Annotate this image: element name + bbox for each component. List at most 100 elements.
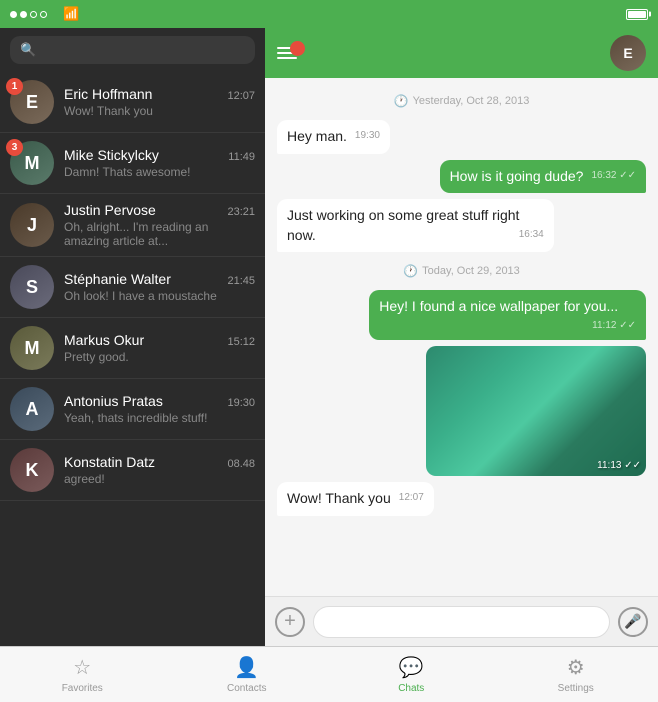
status-right: [622, 9, 648, 20]
message-time: 12:07: [399, 491, 424, 505]
chat-list: E1Eric Hoffmann12:07Wow! Thank youM3Mike…: [0, 72, 265, 646]
message-bubble: Just working on some great stuff right n…: [277, 199, 554, 252]
message-text: How is it going dude?: [450, 168, 584, 184]
chat-name: Mike Stickylcky: [64, 147, 159, 163]
add-button[interactable]: +: [275, 607, 305, 637]
chat-preview: Damn! Thats awesome!: [64, 165, 255, 179]
contacts-tab-label: Contacts: [227, 683, 266, 694]
avatar-wrap: A: [10, 387, 54, 431]
menu-icon-wrap[interactable]: [277, 47, 297, 59]
chat-item[interactable]: KKonstatin Datz08.48agreed!: [0, 440, 265, 501]
search-bar[interactable]: 🔍: [10, 36, 255, 64]
chat-info: Konstatin Datz08.48agreed!: [64, 454, 255, 486]
message-text: Hey! I found a nice wallpaper for you...: [379, 298, 618, 314]
unread-badge: 3: [6, 139, 23, 156]
chat-info: Stéphanie Walter21:45Oh look! I have a m…: [64, 271, 255, 303]
avatar: J: [10, 203, 54, 247]
avatar-wrap: E1: [10, 80, 54, 124]
chat-name-row: Antonius Pratas19:30: [64, 393, 255, 409]
avatar-wrap: J: [10, 203, 54, 247]
chat-time: 08.48: [227, 458, 255, 470]
message-row: Just working on some great stuff right n…: [277, 199, 646, 252]
message-time: 16:34: [519, 228, 544, 242]
menu-line-3: [277, 57, 297, 59]
signal-dot-1: [10, 11, 17, 18]
favorites-tab-label: Favorites: [62, 683, 103, 694]
avatar-wrap: M3: [10, 141, 54, 185]
chat-name-row: Mike Stickylcky 11:49: [64, 147, 255, 163]
avatar-wrap: K: [10, 448, 54, 492]
chat-name: Konstatin Datz: [64, 454, 155, 470]
bottom-tabs: ☆ Favorites 👤 Contacts 💬Chats ⚙ Settings: [0, 646, 658, 702]
signal-dots: [10, 11, 47, 18]
chat-info: Mike Stickylcky 11:49 Damn! Thats awesome!: [64, 147, 255, 179]
message-bubble: How is it going dude? 16:32 ✓✓: [440, 160, 646, 194]
message-input[interactable]: [313, 606, 610, 638]
message-text: Wow! Thank you: [287, 490, 391, 506]
chat-time: 15:12: [227, 336, 255, 348]
chat-time: 23:21: [227, 206, 255, 218]
left-panel: 🔍 E1Eric Hoffmann12:07Wow! Thank youM3Mi…: [0, 28, 265, 646]
date-divider: 🕐 Yesterday, Oct 28, 2013: [277, 94, 646, 108]
image-bubble: 11:13 ✓✓: [426, 346, 646, 476]
image-time: 11:13 ✓✓: [597, 460, 641, 471]
right-panel: E 🕐 Yesterday, Oct 28, 2013 Hey man.19:30 H…: [265, 28, 658, 646]
chat-item[interactable]: SStéphanie Walter21:45Oh look! I have a …: [0, 257, 265, 318]
chat-info: Antonius Pratas19:30 Yeah, thats incredib…: [64, 393, 255, 425]
chat-preview: Wow! Thank you: [64, 104, 255, 118]
signal-dot-2: [20, 11, 27, 18]
tab-item-favorites[interactable]: ☆ Favorites: [0, 647, 165, 702]
signal-dot-3: [30, 11, 37, 18]
message-row: How is it going dude? 16:32 ✓✓: [277, 160, 646, 194]
messages-area: 🕐 Yesterday, Oct 28, 2013 Hey man.19:30 How…: [265, 78, 658, 596]
chat-time: 19:30: [227, 397, 255, 409]
favorites-tab-icon: ☆: [73, 655, 91, 680]
clock-icon: 🕐: [394, 94, 409, 108]
message-text: Just working on some great stuff right n…: [287, 207, 519, 243]
tab-item-chats[interactable]: 💬Chats: [329, 647, 494, 702]
chat-item[interactable]: A Antonius Pratas19:30 Yeah, thats incredi…: [0, 379, 265, 440]
avatar-wrap: M: [10, 326, 54, 370]
chat-info: Justin Pervose 23:21 Oh, alright... I'm re…: [64, 202, 255, 248]
chat-time: 21:45: [227, 275, 255, 287]
contacts-tab-icon: 👤: [234, 655, 259, 680]
date-text: Yesterday, Oct 28, 2013: [413, 95, 530, 107]
settings-tab-icon: ⚙: [567, 655, 585, 680]
message-time: 16:32 ✓✓: [591, 169, 636, 183]
main-area: 🔍 E1Eric Hoffmann12:07Wow! Thank youM3Mi…: [0, 28, 658, 646]
chat-info: Markus Okur15:12Pretty good.: [64, 332, 255, 364]
clock-icon: 🕐: [403, 264, 418, 278]
wifi-icon: 📶: [63, 6, 79, 22]
avatar: M: [10, 326, 54, 370]
chat-name: Stéphanie Walter: [64, 271, 171, 287]
chat-time: 11:49: [228, 151, 255, 163]
chat-name: Justin Pervose: [64, 202, 156, 218]
tab-item-contacts[interactable]: 👤 Contacts: [165, 647, 330, 702]
chat-item[interactable]: J Justin Pervose 23:21 Oh, alright... I'm r…: [0, 194, 265, 257]
avatar-wrap: S: [10, 265, 54, 309]
status-bar: 📶: [0, 0, 658, 28]
date-text: Today, Oct 29, 2013: [422, 265, 520, 277]
chat-name-row: Konstatin Datz 08.48: [64, 454, 255, 470]
search-icon: 🔍: [20, 42, 36, 58]
chat-item[interactable]: MMarkus Okur15:12Pretty good.: [0, 318, 265, 379]
status-left: 📶: [10, 6, 79, 22]
chat-preview: Yeah, thats incredible stuff!: [64, 411, 255, 425]
message-row: Wow! Thank you 12:07: [277, 482, 646, 516]
chat-name-row: Eric Hoffmann12:07: [64, 86, 255, 102]
avatar: K: [10, 448, 54, 492]
tab-item-settings[interactable]: ⚙ Settings: [494, 647, 658, 702]
message-row: Hey! I found a nice wallpaper for you...…: [277, 290, 646, 340]
chat-preview: Oh, alright... I'm reading an amazing ar…: [64, 220, 255, 248]
chats-tab-icon: 💬: [399, 655, 424, 680]
header-avatar[interactable]: E: [610, 35, 646, 71]
mic-button[interactable]: 🎤: [618, 607, 648, 637]
settings-tab-label: Settings: [558, 683, 594, 694]
chat-preview: Pretty good.: [64, 350, 255, 364]
message-row: Hey man.19:30: [277, 120, 646, 154]
signal-dot-4: [40, 11, 47, 18]
message-bubble: Hey! I found a nice wallpaper for you...…: [369, 290, 646, 340]
date-divider: 🕐 Today, Oct 29, 2013: [277, 264, 646, 278]
chat-item[interactable]: M3 Mike Stickylcky 11:49 Damn! Thats awesom…: [0, 133, 265, 194]
chat-item[interactable]: E1 Eric Hoffmann12:07 Wow! Thank you: [0, 72, 265, 133]
